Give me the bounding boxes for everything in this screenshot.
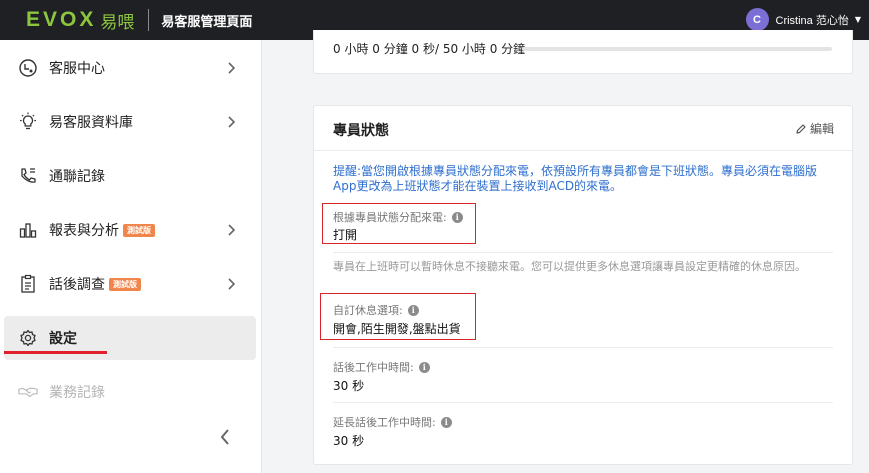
notice-text: 提醒:當您開啟根據專員狀態分配來電，依預設所有專員都會是下班狀態。專員必須在電腦… — [333, 164, 818, 193]
sidebar-item-text: 報表與分析 — [49, 223, 119, 239]
logo-mark: EVOX — [26, 8, 97, 31]
divider — [333, 402, 833, 403]
gear-icon — [18, 328, 38, 348]
collapse-sidebar-button[interactable] — [215, 425, 235, 449]
usage-progress-bar — [522, 47, 832, 51]
divider — [333, 347, 833, 348]
chevron-right-icon — [228, 278, 236, 290]
sidebar-item-label: 易客服資料庫 — [49, 115, 133, 131]
sidebar-item-service-center[interactable]: 客服中心 — [4, 46, 256, 90]
chevron-down-icon: ▼ — [854, 15, 861, 24]
sidebar-item-business-records[interactable]: 業務記錄 — [4, 370, 256, 414]
usage-card: 0 小時 0 分鐘 0 秒/ 50 小時 0 分鐘 — [313, 30, 853, 74]
sidebar-item-reports[interactable]: 報表與分析 測試版 — [4, 208, 256, 252]
sidebar-item-text: 話後調查 — [49, 277, 105, 293]
beta-badge: 測試版 — [109, 278, 141, 291]
sidebar-item-survey[interactable]: 話後調查 測試版 — [4, 262, 256, 306]
header-divider — [148, 9, 150, 31]
chevron-left-icon — [220, 429, 229, 445]
sidebar-item-label: 話後調查 測試版 — [49, 274, 141, 294]
user-name: Cristina 范心怡 — [775, 14, 849, 27]
sidebar-item-label: 業務記錄 — [49, 385, 105, 401]
info-icon[interactable]: i — [418, 361, 430, 373]
sidebar-item-call-records[interactable]: 通聯記錄 — [4, 154, 256, 198]
after-call-work-value: 30 秒 — [333, 379, 365, 393]
logo[interactable]: EVOX 易喂 — [26, 8, 134, 33]
user-menu[interactable]: C Cristina 范心怡 ▼ — [745, 8, 861, 31]
pencil-icon — [796, 123, 806, 134]
highlight-box — [320, 293, 476, 340]
sidebar-item-label: 設定 — [49, 331, 77, 347]
break-hint-text: 專員在上班時可以暫時休息不接聽來電。您可以提供更多休息選項讓專員設定更精確的休息… — [333, 260, 806, 273]
beta-badge: 測試版 — [123, 224, 155, 237]
lightbulb-icon — [18, 112, 38, 132]
card-title: 專員狀態 — [333, 123, 389, 139]
logo-subtitle: 易喂 — [100, 12, 135, 33]
sidebar-item-label: 客服中心 — [49, 61, 105, 77]
sidebar-item-label: 報表與分析 測試版 — [49, 220, 155, 240]
extended-after-call-work-label: 延長話後工作中時間: i — [333, 414, 452, 430]
agent-status-card: 專員狀態 編輯 提醒:當您開啟根據專員狀態分配來電，依預設所有專員都會是下班狀態… — [313, 105, 853, 465]
card-header-divider — [314, 150, 852, 151]
active-underline — [4, 351, 107, 354]
field-label-text: 話後工作中時間: — [333, 361, 414, 374]
clipboard-icon — [18, 274, 38, 294]
usage-text: 0 小時 0 分鐘 0 秒/ 50 小時 0 分鐘 — [333, 42, 526, 56]
app-title: 易客服管理頁面 — [161, 14, 253, 30]
info-icon[interactable]: i — [440, 416, 452, 428]
sidebar: 客服中心 易客服資料庫 通聯記錄 報表與分析 測試版 話後調查 測試版 設定 業… — [0, 40, 262, 473]
avatar: C — [745, 8, 769, 31]
after-call-work-label: 話後工作中時間: i — [333, 359, 430, 375]
chevron-right-icon — [228, 116, 236, 128]
bar-chart-icon — [18, 220, 38, 240]
phone-icon — [18, 166, 38, 186]
sidebar-item-knowledge-base[interactable]: 易客服資料庫 — [4, 100, 256, 144]
edit-button[interactable]: 編輯 — [795, 120, 834, 137]
handshake-icon — [18, 382, 38, 402]
divider — [333, 252, 833, 253]
chevron-right-icon — [228, 224, 236, 236]
headset-icon — [18, 58, 38, 78]
field-label-text: 延長話後工作中時間: — [333, 416, 436, 429]
edit-label: 編輯 — [809, 122, 834, 136]
extended-after-call-work-value: 30 秒 — [333, 434, 365, 448]
sidebar-item-label: 通聯記錄 — [49, 169, 105, 185]
chevron-right-icon — [228, 62, 236, 74]
highlight-box — [322, 203, 476, 244]
